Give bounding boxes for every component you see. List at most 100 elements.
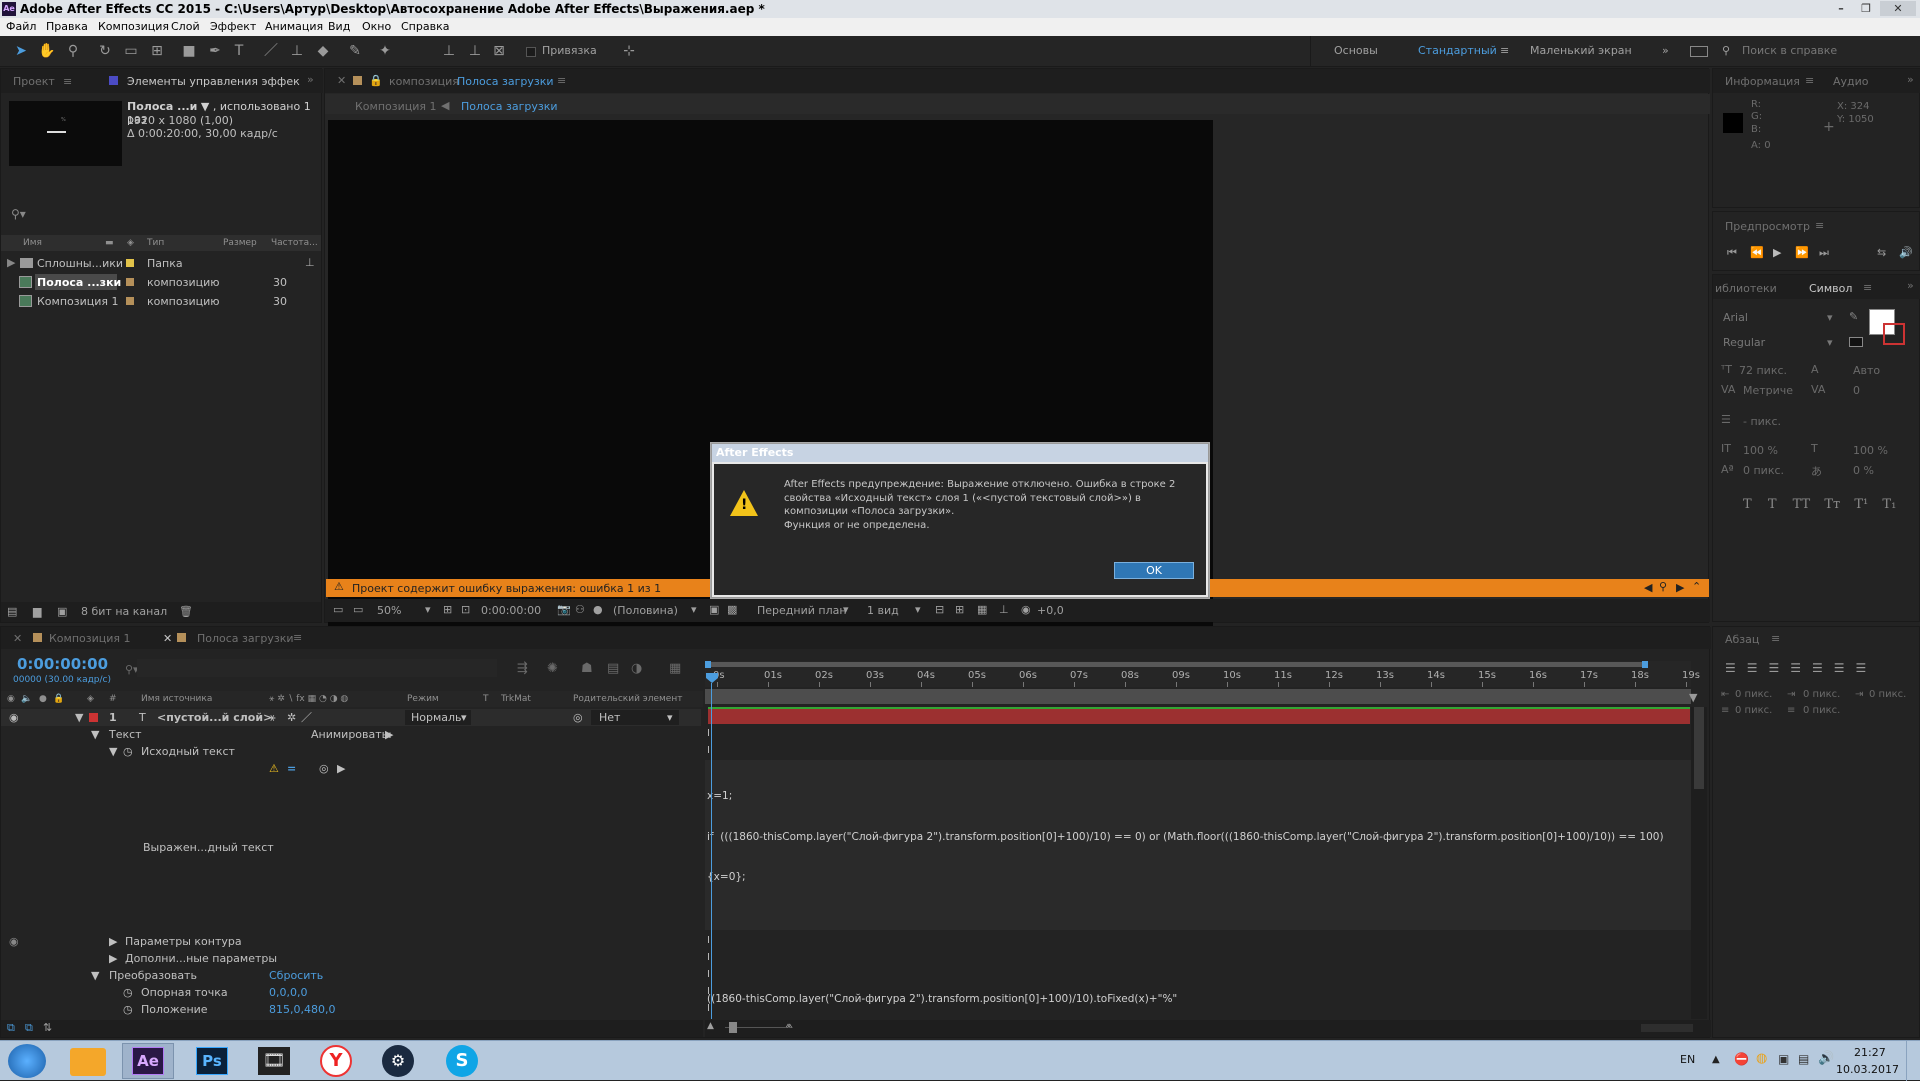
expand-arrow-icon[interactable]: ▼: [91, 967, 99, 984]
pen-tool-icon[interactable]: ✒: [206, 42, 224, 60]
stopwatch-icon[interactable]: ◷: [123, 743, 133, 760]
close-tab-icon[interactable]: ✕: [337, 74, 346, 87]
snap-checkbox[interactable]: [526, 47, 536, 57]
tab-effect-controls[interactable]: Элементы управления эффек: [127, 75, 300, 88]
close-tab-icon[interactable]: ✕: [13, 632, 22, 645]
list-item[interactable]: ▶ Сплошны...ики Папка ⊥: [1, 254, 321, 272]
timeline-menu-icon[interactable]: ≡: [293, 631, 302, 644]
vertical-scale-value[interactable]: 100 %: [1743, 444, 1778, 457]
menu-window[interactable]: Окно: [362, 18, 391, 36]
video-toggle-icon[interactable]: ◉: [7, 691, 15, 707]
visibility-eye-icon[interactable]: ◉: [9, 933, 19, 950]
expression-language-menu-icon[interactable]: ▶: [337, 760, 345, 777]
layer-name[interactable]: <пустой...й слой>: [157, 709, 272, 726]
channels-icon[interactable]: ●: [593, 603, 603, 616]
faux-italic-button[interactable]: T: [1768, 497, 1777, 512]
baseline-shift-value[interactable]: 0 пикс.: [1743, 464, 1784, 477]
new-folder-icon[interactable]: ▆: [33, 605, 41, 618]
show-desktop-button[interactable]: [1906, 1041, 1920, 1081]
last-frame-icon[interactable]: ⏭: [1819, 246, 1829, 260]
zoom-in-icon[interactable]: ⩕: [785, 1020, 793, 1031]
frame-blending-icon[interactable]: ▤: [607, 661, 619, 676]
preview-menu-icon[interactable]: ≡: [1815, 219, 1824, 232]
zoom-tool-icon[interactable]: ⚲: [64, 42, 82, 60]
first-frame-icon[interactable]: ⏮: [1727, 246, 1737, 260]
menu-layer[interactable]: Слой: [171, 18, 200, 36]
info-menu-icon[interactable]: ≡: [1805, 74, 1814, 87]
breadcrumb-comp1[interactable]: Композиция 1: [355, 100, 437, 113]
property-transform[interactable]: ▼ Преобразовать Сбросить: [1, 967, 701, 984]
hand-tool-icon[interactable]: ✋: [38, 42, 56, 60]
tab-libraries[interactable]: иблиотеки: [1715, 282, 1777, 295]
exposure-reset-icon[interactable]: ◉: [1021, 603, 1031, 616]
paragraph-menu-icon[interactable]: ≡: [1771, 632, 1780, 645]
project-search-icon[interactable]: ⚲▾: [11, 207, 26, 221]
stopwatch-icon[interactable]: ◷: [123, 1001, 133, 1018]
subscript-button[interactable]: T₁: [1882, 497, 1896, 512]
expression-enable-icon[interactable]: =: [287, 760, 296, 777]
stroke-width-value[interactable]: - пикс.: [1743, 415, 1781, 428]
menu-animation[interactable]: Анимация: [265, 18, 323, 36]
comp-mini-flowchart-icon[interactable]: ⇶: [517, 661, 528, 676]
safe-zones-icon[interactable]: ⊞: [443, 603, 452, 616]
expression-error-icon[interactable]: ⚠: [269, 760, 279, 777]
kerning-value[interactable]: Метриче: [1743, 384, 1793, 397]
work-area-end-handle[interactable]: [1642, 661, 1648, 668]
view-dropdown[interactable]: Передний план: [757, 604, 847, 617]
puppet-tool-icon[interactable]: ✦: [376, 42, 394, 60]
audio-toggle-icon[interactable]: 🔈: [21, 691, 32, 707]
expand-arrow-icon[interactable]: ▶: [7, 256, 15, 269]
menu-effect[interactable]: Эффект: [210, 18, 256, 36]
char-menu-icon[interactable]: ≡: [1863, 281, 1872, 294]
photoshop-taskbar-icon[interactable]: Ps: [196, 1047, 228, 1075]
black-swatch[interactable]: [1849, 337, 1863, 347]
tab-project-menu-icon[interactable]: ≡: [63, 75, 72, 88]
font-style-arrow-icon[interactable]: ▾: [1827, 336, 1833, 349]
timeline-search-input[interactable]: [137, 659, 497, 677]
axis-world-icon[interactable]: ⊥: [466, 42, 484, 60]
position-value[interactable]: 815,0,480,0: [269, 1001, 335, 1018]
clone-stamp-tool-icon[interactable]: ⊥: [288, 42, 306, 60]
file-explorer-icon[interactable]: [70, 1048, 106, 1076]
font-family-arrow-icon[interactable]: ▾: [1827, 311, 1833, 324]
help-search-input[interactable]: Поиск в справке: [1742, 44, 1837, 57]
label-col-icon[interactable]: ◈: [87, 691, 94, 707]
expression-graph-icon[interactable]: ◎: [319, 760, 329, 777]
resolution-arrow-icon[interactable]: ▾: [691, 603, 697, 616]
zoom-dropdown-arrow-icon[interactable]: ▾: [425, 603, 431, 616]
label-col-icon[interactable]: ◈: [127, 235, 134, 251]
tab-loading-bar[interactable]: Полоса загрузки: [197, 632, 294, 645]
brush-tool-icon[interactable]: ／: [262, 42, 280, 60]
breadcrumb-current[interactable]: Полоса загрузки: [461, 100, 558, 113]
property-path-options[interactable]: ◉ ▶ Параметры контура: [1, 933, 701, 950]
skype-icon[interactable]: S: [446, 1045, 478, 1077]
close-button[interactable]: ✕: [1880, 1, 1916, 16]
tray-app-icon[interactable]: ▣: [1778, 1052, 1789, 1066]
tray-app-icon[interactable]: ⛔: [1734, 1052, 1749, 1066]
vr-icon[interactable]: ▭: [353, 603, 363, 616]
animate-menu-icon[interactable]: ▶: [385, 726, 393, 743]
superscript-button[interactable]: T¹: [1854, 497, 1868, 512]
anchor-point-value[interactable]: 0,0,0,0: [269, 984, 307, 1001]
menu-edit[interactable]: Правка: [46, 18, 88, 36]
interpret-footage-icon[interactable]: ▤: [7, 605, 17, 618]
expand-arrow-icon[interactable]: ▶: [109, 933, 117, 950]
volume-icon[interactable]: 🔊: [1818, 1051, 1834, 1066]
menu-file[interactable]: Файл: [6, 18, 36, 36]
yandex-browser-icon[interactable]: Y: [320, 1045, 352, 1077]
indent-first-value[interactable]: 0 пикс.: [1869, 689, 1906, 700]
prev-error-icon[interactable]: ◀: [1644, 581, 1652, 594]
clock-time[interactable]: 21:27: [1854, 1046, 1886, 1059]
pan-behind-tool-icon[interactable]: ⊞: [148, 42, 166, 60]
mute-icon[interactable]: 🔊: [1899, 246, 1913, 259]
timeline-icon[interactable]: ▦: [977, 603, 987, 616]
font-style-dropdown[interactable]: Regular: [1723, 336, 1765, 349]
shy-layers-icon[interactable]: ☗: [581, 661, 593, 676]
exposure-value[interactable]: +0,0: [1037, 604, 1064, 617]
time-nav-scrollbar[interactable]: [1641, 1024, 1693, 1032]
zoom-slider-thumb[interactable]: [729, 1022, 737, 1033]
close-tab-icon[interactable]: ✕: [163, 632, 172, 645]
col-name[interactable]: Имя: [23, 235, 42, 251]
font-size-value[interactable]: 72 пикс.: [1739, 364, 1787, 377]
list-item[interactable]: Полоса ...зки композицию 30: [1, 273, 321, 291]
